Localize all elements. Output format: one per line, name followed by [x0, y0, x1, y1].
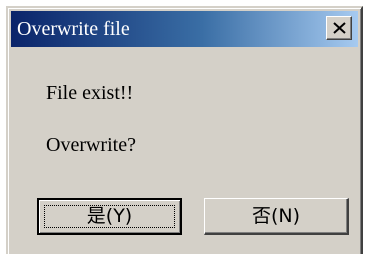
close-icon [333, 22, 346, 34]
yes-button-label: 是(Y) [86, 205, 133, 227]
dialog-title: Overwrite file [17, 18, 130, 40]
message-overwrite-question: Overwrite? [46, 134, 136, 156]
no-button[interactable]: 否(N) [204, 198, 349, 235]
title-bar[interactable]: Overwrite file [11, 11, 358, 47]
close-button[interactable] [326, 16, 352, 40]
overwrite-dialog: Overwrite file File exist!! Overwrite? 是… [6, 6, 363, 254]
yes-button[interactable]: 是(Y) [37, 198, 182, 235]
message-file-exist: File exist!! [46, 82, 134, 104]
no-button-label: 否(N) [251, 205, 301, 227]
